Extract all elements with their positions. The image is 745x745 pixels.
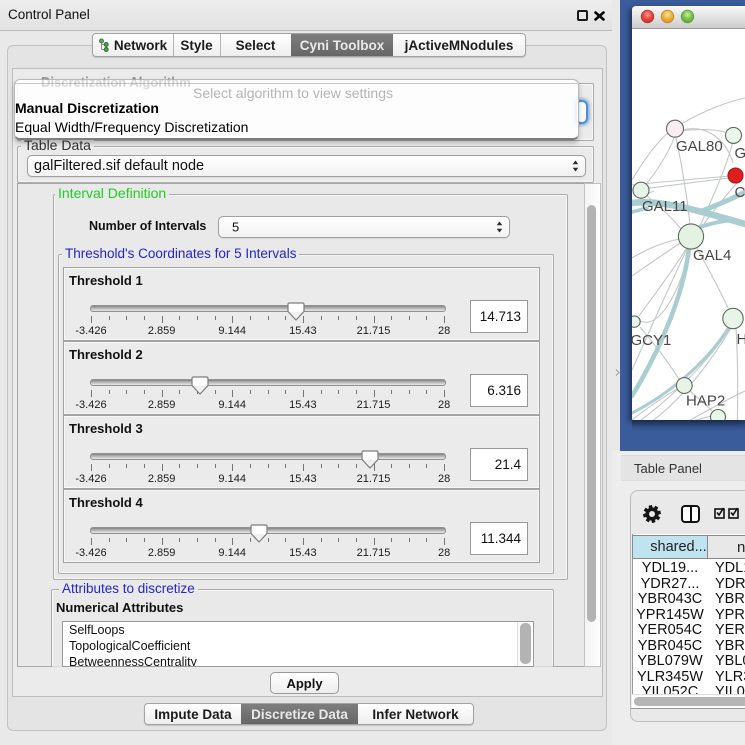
svg-text:GAL4: GAL4 bbox=[693, 247, 731, 264]
svg-text:HAP2: HAP2 bbox=[686, 393, 725, 410]
svg-text:GAL11: GAL11 bbox=[642, 198, 688, 215]
svg-text:GA: GA bbox=[735, 145, 745, 162]
svg-text:GCY1: GCY1 bbox=[632, 332, 671, 349]
svg-text:H: H bbox=[737, 331, 745, 348]
svg-text:GAL80: GAL80 bbox=[676, 138, 723, 155]
svg-text:C: C bbox=[735, 184, 745, 201]
